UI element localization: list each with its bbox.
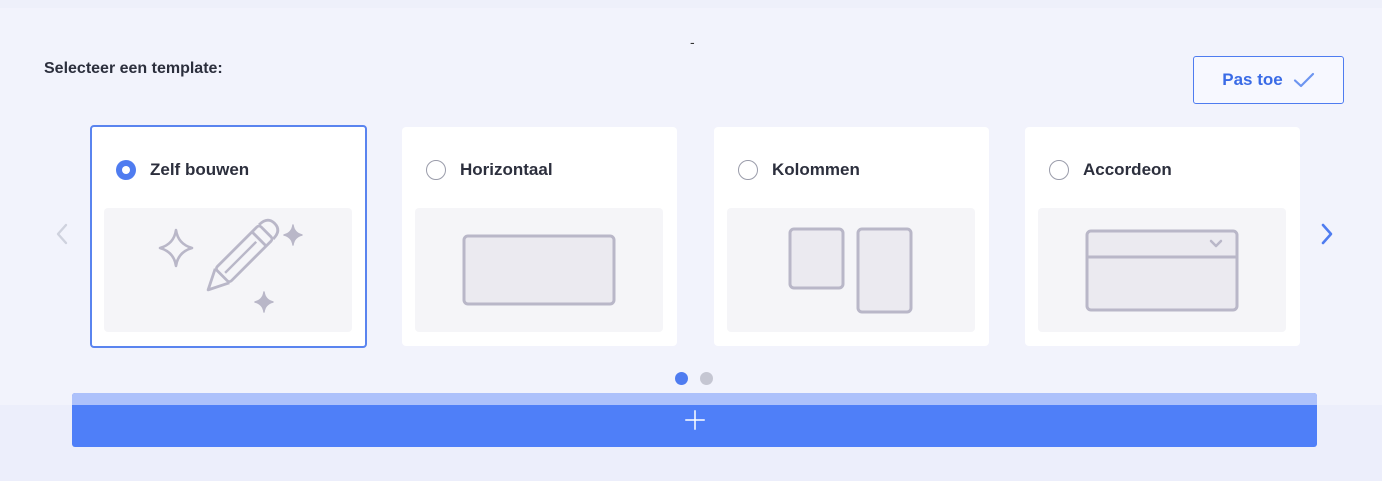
pencil-sparkles-icon <box>158 218 303 313</box>
pagination-dot-1[interactable] <box>675 372 688 385</box>
pagination-dot-2[interactable] <box>700 372 713 385</box>
template-card-horizontaal[interactable]: Horizontaal <box>402 127 677 346</box>
carousel-next-button[interactable] <box>1313 222 1341 250</box>
accordion-layout-icon <box>1085 229 1239 312</box>
template-label: Zelf bouwen <box>150 160 250 179</box>
template-label: Accordeon <box>1083 160 1172 179</box>
horizontal-layout-icon <box>462 234 616 306</box>
template-label: Horizontaal <box>460 160 553 179</box>
checkmark-icon <box>1293 72 1315 88</box>
template-card-kolommen[interactable]: Kolommen <box>714 127 989 346</box>
template-preview <box>1038 208 1286 332</box>
template-card-zelf-bouwen[interactable]: Zelf bouwen <box>90 125 367 348</box>
title-placeholder: - <box>690 34 695 50</box>
template-radio[interactable] <box>116 160 136 180</box>
top-strip <box>0 0 1382 8</box>
template-preview <box>415 208 663 332</box>
template-radio[interactable] <box>1049 160 1069 180</box>
template-preview <box>104 208 352 332</box>
carousel-prev-button[interactable] <box>48 222 76 250</box>
add-bar-highlight <box>72 393 1317 405</box>
carousel-pagination <box>675 372 713 385</box>
template-preview <box>727 208 975 332</box>
columns-layout-icon <box>788 227 913 314</box>
plus-icon <box>685 410 705 435</box>
apply-button[interactable]: Pas toe <box>1193 56 1344 104</box>
section-heading: Selecteer een template: <box>44 60 223 77</box>
template-card-accordeon[interactable]: Accordeon <box>1025 127 1300 346</box>
add-block-button[interactable] <box>72 393 1317 447</box>
chevron-left-icon <box>55 222 69 251</box>
apply-button-label: Pas toe <box>1222 70 1283 89</box>
template-label: Kolommen <box>772 160 860 179</box>
chevron-right-icon <box>1320 222 1334 251</box>
template-radio[interactable] <box>426 160 446 180</box>
template-radio[interactable] <box>738 160 758 180</box>
